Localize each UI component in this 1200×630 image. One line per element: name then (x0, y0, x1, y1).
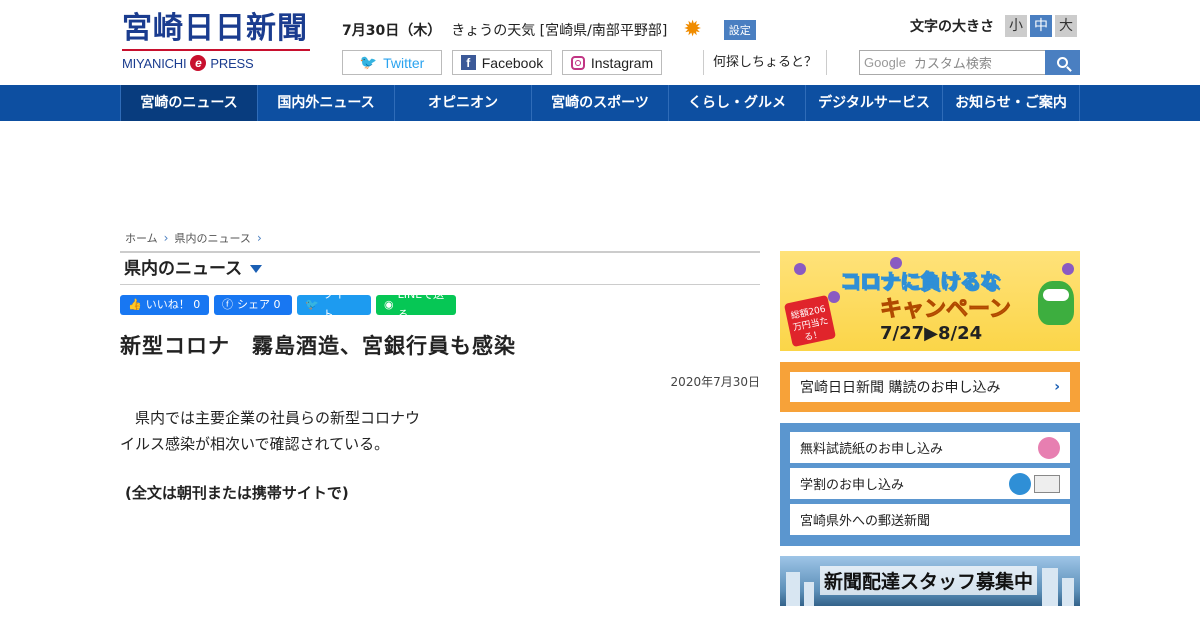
twitter-label: Twitter (383, 54, 425, 71)
weather-settings-button[interactable]: 設定 (723, 20, 756, 40)
font-size-label: 文字の大きさ (910, 19, 994, 35)
twitter-link[interactable]: 🐦 Twitter (342, 50, 442, 75)
share-label: シェア 0 (237, 298, 281, 311)
chevron-right-icon: › (256, 231, 262, 245)
mail-delivery-label: 宮崎県外への郵送新聞 (800, 514, 931, 529)
campaign-title: コロナに負けるな (840, 269, 1001, 294)
nav-item-opinion[interactable]: オピニオン (394, 85, 531, 121)
chevron-right-icon: › (163, 231, 169, 245)
free-trial-link[interactable]: 無料試読紙のお申し込み (790, 432, 1070, 463)
line-share-button[interactable]: ◉ LINEで送る (376, 288, 456, 321)
site-logo[interactable]: 宮崎日日新聞 MIYANICHI e PRESS (122, 12, 312, 74)
font-size-large-button[interactable]: 大 (1055, 15, 1077, 37)
nav-item-digital[interactable]: デジタルサービス (805, 85, 942, 121)
free-trial-label: 無料試読紙のお申し込み (800, 442, 944, 457)
twitter-icon: 🐦 (305, 298, 319, 311)
search-input[interactable]: Google カスタム検索 (859, 50, 1046, 75)
campaign-dates: 7/27▶8/24 (880, 323, 983, 344)
recruit-banner[interactable]: 新聞配達スタッフ募集中 (780, 556, 1080, 606)
nav-item-miyazaki-news[interactable]: 宮崎のニュース (120, 85, 257, 121)
nav-item-national-news[interactable]: 国内外ニュース (257, 85, 394, 121)
line-icon: ◉ (384, 298, 394, 311)
city-building-icon (1062, 578, 1074, 606)
nav-item-info[interactable]: お知らせ・ご案内 (942, 85, 1080, 121)
twitter-icon: 🐦 (359, 54, 378, 70)
facebook-label: Facebook (481, 54, 544, 71)
recruit-label: 新聞配達スタッフ募集中 (820, 566, 1038, 595)
city-building-icon (786, 572, 800, 606)
section-title[interactable]: 県内のニュース (120, 251, 760, 285)
virus-icon (828, 291, 840, 303)
city-building-icon (1042, 568, 1058, 606)
article-headline: 新型コロナ 霧島酒造、宮銀行員も感染 (120, 334, 516, 358)
article-note: (全文は朝刊または携帯サイトで) (125, 484, 349, 502)
school-icon (1009, 472, 1060, 495)
tweet-button[interactable]: 🐦 ツイート (297, 288, 371, 321)
subscription-links: 無料試読紙のお申し込み 学割のお申し込み 宮崎県外への郵送新聞 (780, 423, 1080, 546)
section-title-text: 県内のニュース (124, 258, 243, 279)
subscribe-banner[interactable]: 宮崎日日新聞 購読のお申し込み › (780, 362, 1080, 412)
article-body-line: イルス感染が相次いで確認されている。 (120, 435, 390, 453)
virus-icon (1062, 263, 1074, 275)
instagram-link[interactable]: Instagram (562, 50, 662, 75)
facebook-link[interactable]: f Facebook (452, 50, 552, 75)
facebook-icon: f (460, 55, 476, 70)
breadcrumb-home[interactable]: ホーム (125, 230, 158, 246)
dateline: 7月30日（木） きょうの天気 [宮崎県/南部平野部] ✹ 設定 (342, 17, 756, 42)
logo-name-en: MIYANICHI e PRESS (122, 55, 312, 71)
thumbs-up-icon: 👍 (128, 298, 142, 311)
facebook-like-button[interactable]: 👍 いいね！ 0 (120, 295, 209, 315)
article-body: 県内では主要企業の社員らの新型コロナウ イルス感染が相次いで確認されている。 (120, 405, 450, 457)
line-label: LINEで送る (397, 288, 445, 321)
logo-e-icon: e (190, 55, 207, 71)
like-label: いいね！ 0 (145, 298, 201, 311)
facebook-icon: ⓕ (222, 298, 233, 311)
article-body-line: 県内では主要企業の社員らの新型コロナウ (120, 409, 421, 427)
logo-press: PRESS (210, 55, 254, 71)
share-buttons: 👍 いいね！ 0 ⓕ シェア 0 🐦 ツイート ◉ LINEで送る (120, 288, 456, 321)
facebook-share-button[interactable]: ⓕ シェア 0 (214, 295, 292, 315)
student-discount-link[interactable]: 学割のお申し込み (790, 468, 1070, 499)
font-size-medium-button[interactable]: 中 (1030, 15, 1052, 37)
subscribe-label: 宮崎日日新聞 購読のお申し込み (800, 380, 1001, 396)
mascot-icon (1038, 281, 1074, 325)
mail-delivery-link[interactable]: 宮崎県外への郵送新聞 (790, 504, 1070, 535)
main-nav: 宮崎のニュース 国内外ニュース オピニオン 宮崎のスポーツ くらし・グルメ デジ… (0, 85, 1200, 121)
instagram-label: Instagram (590, 54, 654, 71)
sun-icon: ✹ (683, 17, 702, 42)
campaign-badge: 総額206万円当たる！ (783, 294, 837, 348)
breadcrumb: ホーム › 県内のニュース › (125, 230, 262, 246)
article-date: 2020年7月30日 (670, 375, 760, 389)
logo-name-jp: 宮崎日日新聞 (122, 11, 308, 46)
search-button[interactable] (1045, 50, 1080, 75)
logo-miyanichi: MIYANICHI (122, 55, 187, 71)
nav-item-lifestyle[interactable]: くらし・グルメ (668, 85, 805, 121)
font-size-control: 文字の大きさ 小 中 大 (910, 15, 1077, 37)
chevron-down-icon (250, 264, 263, 273)
chevron-right-icon: › (1054, 379, 1060, 395)
nav-item-sports[interactable]: 宮崎のスポーツ (531, 85, 668, 121)
tweet-label: ツイート (322, 288, 356, 321)
city-building-icon (804, 582, 814, 606)
mascot-icon (1038, 436, 1060, 459)
breadcrumb-section[interactable]: 県内のニュース (174, 230, 250, 246)
google-label: Google (864, 55, 906, 70)
search-icon (1057, 57, 1068, 68)
campaign-banner[interactable]: コロナに負けるな キャンペーン 7/27▶8/24 総額206万円当たる！ (780, 251, 1080, 351)
weather-label[interactable]: きょうの天気 [宮崎県/南部平野部] (451, 20, 667, 40)
campaign-subtitle: キャンペーン (880, 297, 1012, 323)
virus-icon (794, 263, 806, 275)
logo-underline (122, 49, 310, 51)
student-discount-label: 学割のお申し込み (800, 478, 905, 493)
search-prompt: 何探しちょると？ (703, 50, 827, 75)
font-size-small-button[interactable]: 小 (1005, 15, 1027, 37)
search-placeholder: カスタム検索 (913, 57, 992, 72)
instagram-icon (570, 55, 585, 70)
current-date: 7月30日（木） (342, 23, 442, 39)
